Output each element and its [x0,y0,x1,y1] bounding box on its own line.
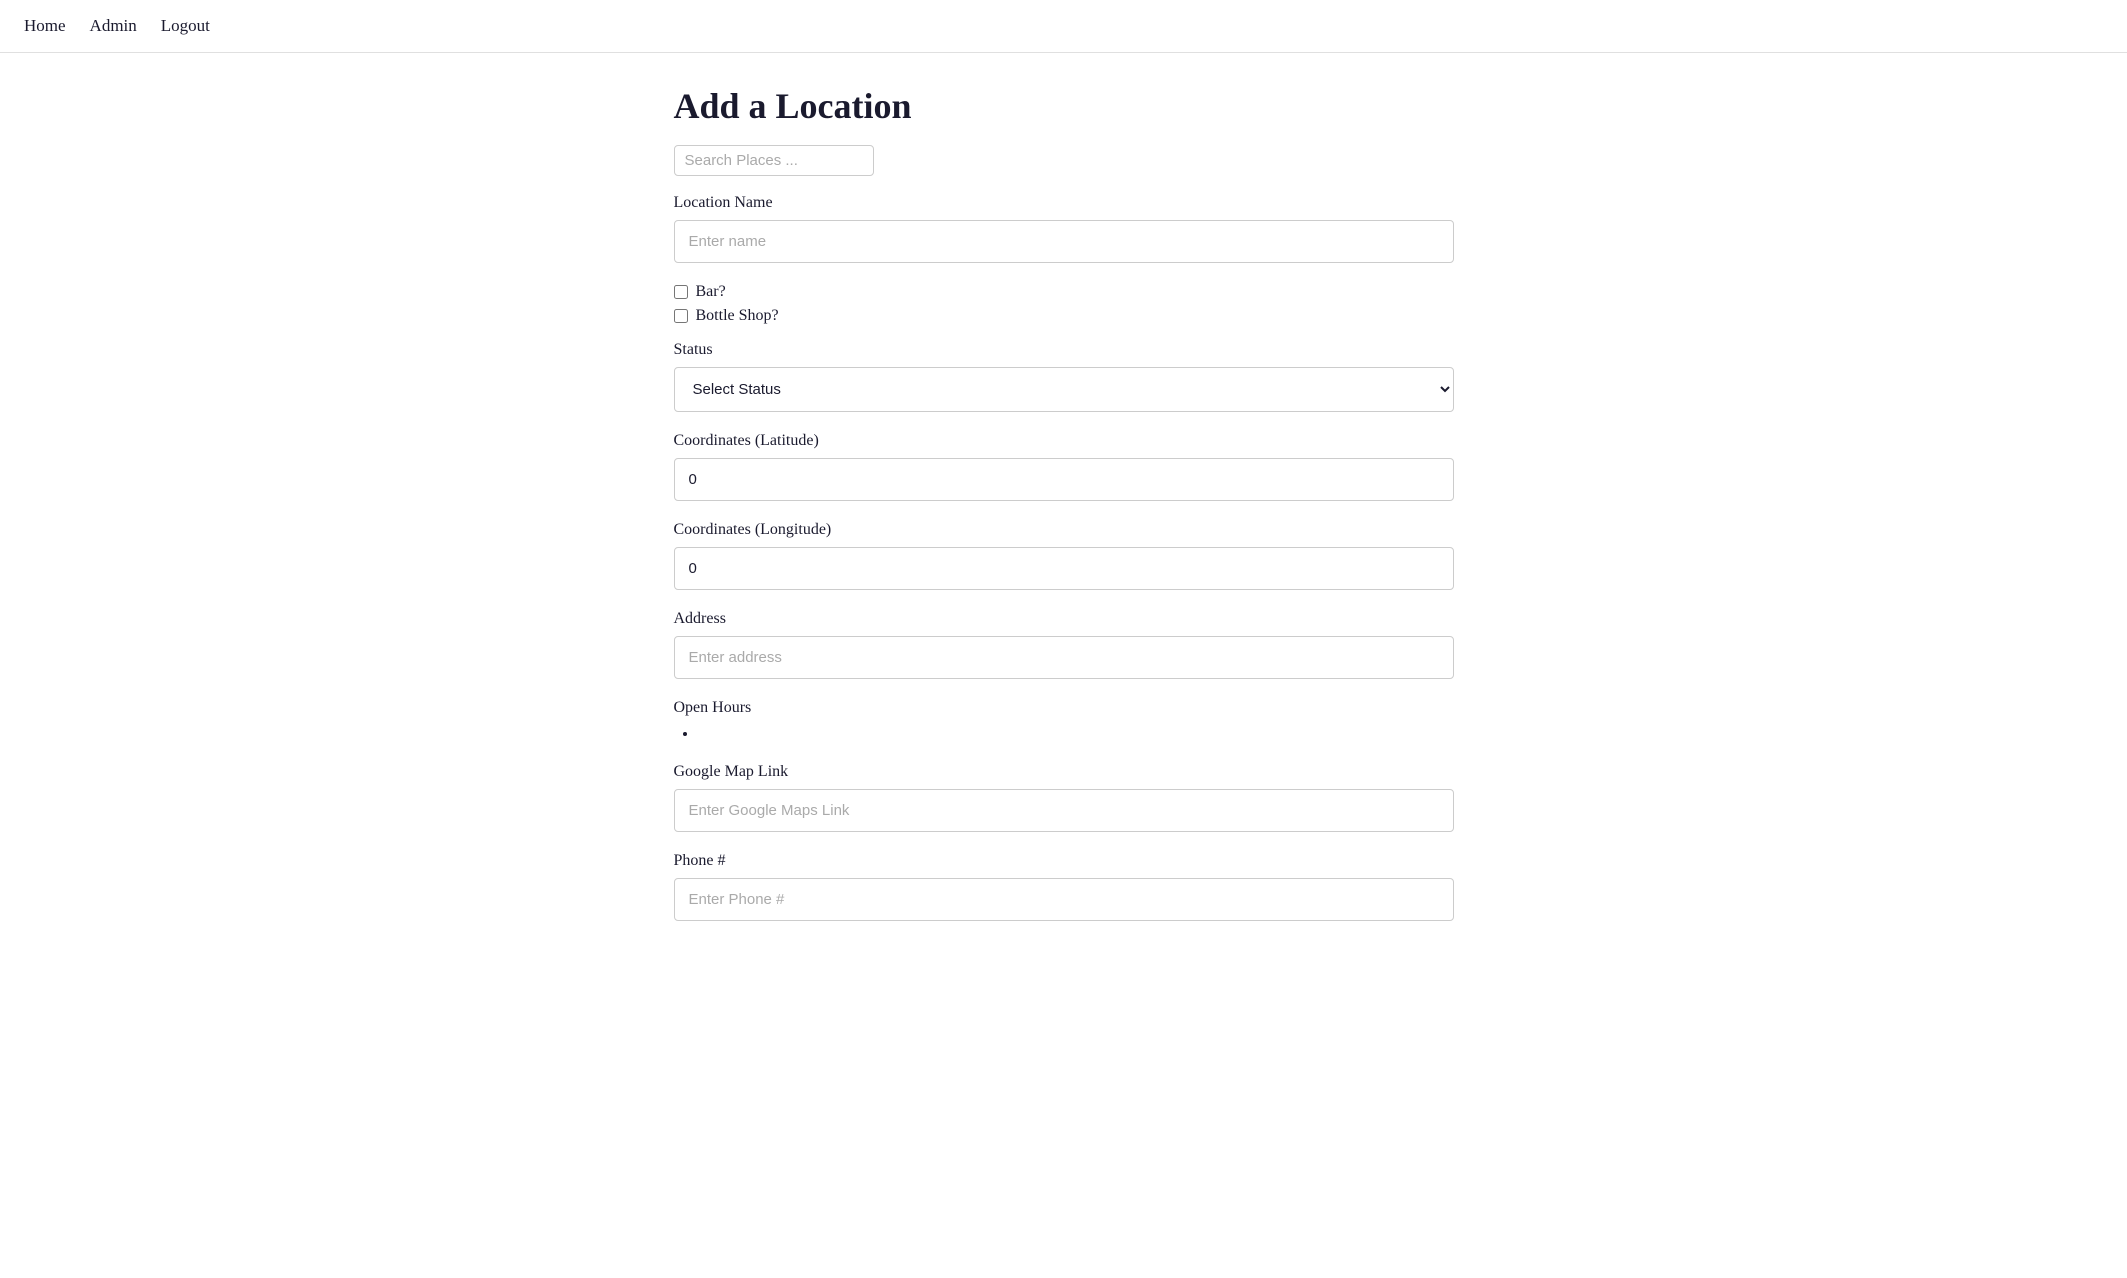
bottle-shop-checkbox-label[interactable]: Bottle Shop? [674,307,1454,325]
location-name-group: Location Name [674,194,1454,263]
phone-group: Phone # [674,852,1454,921]
checkbox-group: Bar? Bottle Shop? [674,283,1454,325]
open-hours-list [674,725,1454,743]
google-map-input[interactable] [674,789,1454,832]
latitude-group: Coordinates (Latitude) [674,432,1454,501]
google-map-group: Google Map Link [674,763,1454,832]
status-label: Status [674,341,1454,359]
main-content: Add a Location Location Name Bar? Bottle… [514,53,1614,1001]
search-places-input[interactable] [674,145,874,176]
phone-input[interactable] [674,878,1454,921]
status-select[interactable]: Select Status Active Inactive [674,367,1454,412]
latitude-input[interactable] [674,458,1454,501]
longitude-group: Coordinates (Longitude) [674,521,1454,590]
phone-label: Phone # [674,852,1454,870]
open-hours-group: Open Hours [674,699,1454,743]
bottle-shop-label: Bottle Shop? [696,307,779,325]
longitude-input[interactable] [674,547,1454,590]
latitude-label: Coordinates (Latitude) [674,432,1454,450]
location-name-input[interactable] [674,220,1454,263]
navigation: Home Admin Logout [0,0,2127,53]
nav-logout[interactable]: Logout [161,16,210,36]
longitude-label: Coordinates (Longitude) [674,521,1454,539]
status-group: Status Select Status Active Inactive [674,341,1454,412]
bar-label: Bar? [696,283,726,301]
bar-checkbox[interactable] [674,285,688,299]
page-title: Add a Location [674,85,1454,127]
nav-home[interactable]: Home [24,16,66,36]
bar-checkbox-label[interactable]: Bar? [674,283,1454,301]
address-input[interactable] [674,636,1454,679]
open-hours-item [698,725,1454,743]
open-hours-label: Open Hours [674,699,1454,717]
google-map-label: Google Map Link [674,763,1454,781]
bottle-shop-checkbox[interactable] [674,309,688,323]
address-label: Address [674,610,1454,628]
address-group: Address [674,610,1454,679]
nav-admin[interactable]: Admin [90,16,137,36]
location-name-label: Location Name [674,194,1454,212]
